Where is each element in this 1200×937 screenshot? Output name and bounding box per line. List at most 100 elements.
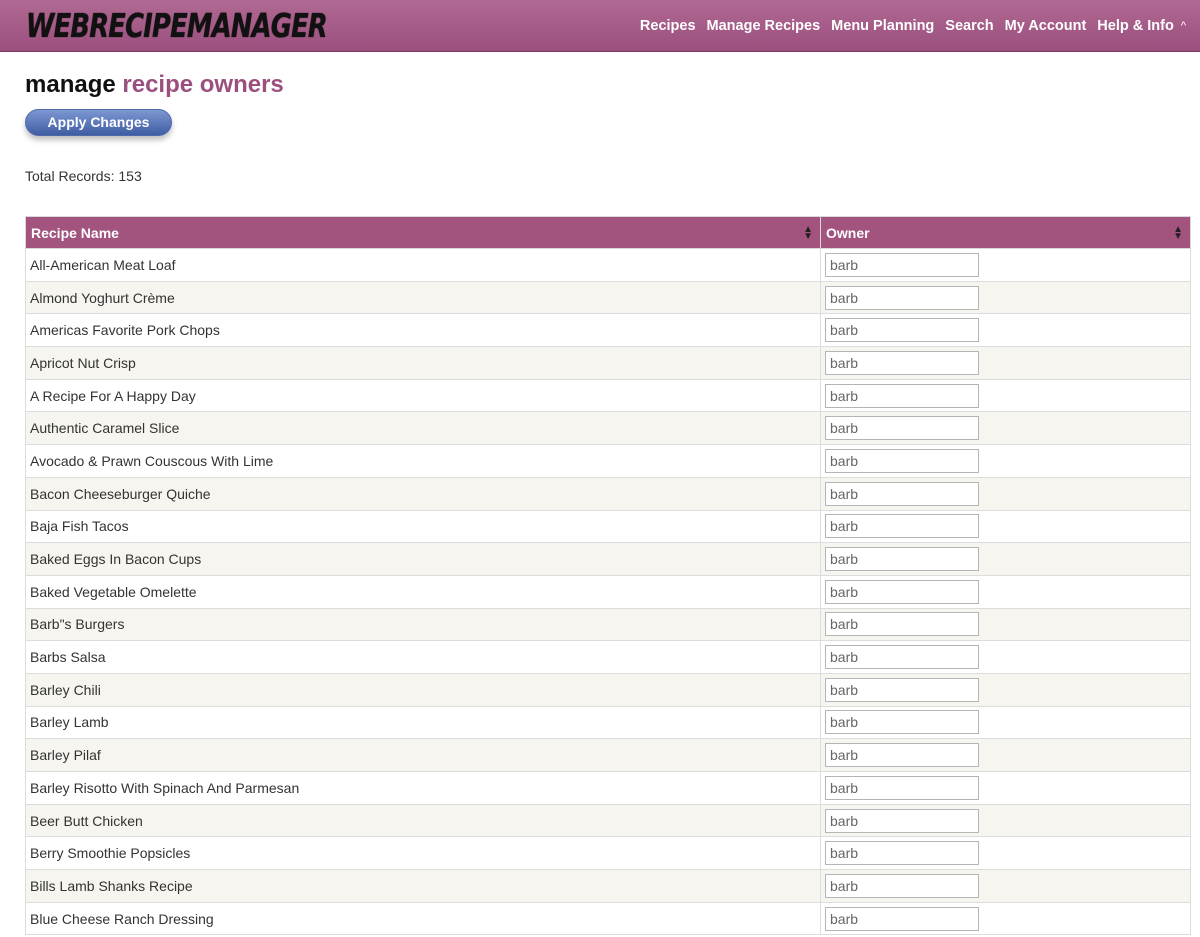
owner-cell [820,378,1191,413]
table-row: All-American Meat Loaf [25,248,1191,282]
owner-cell [820,346,1191,380]
table-row: Authentic Caramel Slice [25,411,1191,446]
nav-manage-recipes[interactable]: Manage Recipes [707,18,821,34]
site-logo[interactable]: WEBRECIPEMANAGER [26,4,328,48]
nav-recipes[interactable]: Recipes [640,18,696,34]
owner-input[interactable] [825,841,979,866]
recipe-name-cell: Barbs Salsa [25,640,821,674]
owner-input[interactable] [825,383,979,408]
recipe-name-cell: A Recipe For A Happy Day [25,378,821,413]
table-row: Almond Yoghurt Crème [25,280,1191,315]
owner-cell [820,640,1191,674]
recipe-name-cell: Barley Lamb [25,705,821,740]
owner-cell [820,803,1191,838]
owner-input[interactable] [825,873,979,898]
owner-input[interactable] [825,775,979,800]
owner-cell [820,574,1191,609]
recipe-name-cell: Authentic Caramel Slice [25,411,821,446]
table-row: Beer Butt Chicken [25,803,1191,838]
recipe-name-cell: Apricot Nut Crisp [25,346,821,380]
table-row: Barley Pilaf [25,738,1191,772]
table-row: Baked Vegetable Omelette [25,574,1191,609]
table-row: Avocado & Prawn Couscous With Lime [25,444,1191,478]
table-row: Barley Lamb [25,705,1191,740]
nav-menu-planning[interactable]: Menu Planning [831,18,934,34]
recipe-name-cell: Americas Favorite Pork Chops [25,313,821,348]
table-row: Barbs Salsa [25,640,1191,674]
owner-cell [820,411,1191,446]
recipe-name-cell: Berry Smoothie Popsicles [25,836,821,871]
owner-input[interactable] [825,808,979,833]
recipe-name-cell: Bacon Cheeseburger Quiche [25,476,821,511]
table-row: Bills Lamb Shanks Recipe [25,869,1191,903]
owner-input[interactable] [825,743,979,768]
owner-cell [820,509,1191,544]
table-row: Barley Chili [25,672,1191,707]
table-row: Baja Fish Tacos [25,509,1191,544]
owner-cell [820,248,1191,282]
recipe-name-cell: Almond Yoghurt Crème [25,280,821,315]
table-row: Bacon Cheeseburger Quiche [25,476,1191,511]
owner-cell [820,869,1191,903]
table-row: Berry Smoothie Popsicles [25,836,1191,871]
table-header-row: Recipe Name ▲ ▼ Owner ▲ ▼ [25,216,1191,249]
recipe-name-cell: Barley Risotto With Spinach And Parmesan [25,771,821,805]
table-row: Blue Cheese Ranch Dressing [25,901,1191,936]
owner-cell [820,738,1191,772]
column-header-label: Owner [826,224,870,241]
recipe-name-cell: Blue Cheese Ranch Dressing [25,901,821,936]
table-row: Barley Risotto With Spinach And Parmesan [25,771,1191,805]
owner-input[interactable] [825,579,979,604]
table-row: Apricot Nut Crisp [25,346,1191,380]
total-records-label: Total Records: 153 [25,168,142,184]
recipe-owners-table: Recipe Name ▲ ▼ Owner ▲ ▼ All-American Mea… [25,216,1191,936]
chevron-up-icon[interactable]: ^ [1181,20,1186,32]
recipe-name-cell: Bills Lamb Shanks Recipe [25,869,821,903]
owner-input[interactable] [825,677,979,702]
recipe-name-cell: All-American Meat Loaf [25,248,821,282]
owner-input[interactable] [825,318,979,343]
owner-input[interactable] [825,350,979,375]
owner-cell [820,280,1191,315]
page-title-main: manage [25,71,116,98]
owner-input[interactable] [825,252,979,277]
owner-cell [820,771,1191,805]
column-header-recipe-name[interactable]: Recipe Name ▲ ▼ [25,216,821,249]
nav-my-account[interactable]: My Account [1005,18,1087,34]
owner-cell [820,607,1191,642]
owner-cell [820,672,1191,707]
owner-input[interactable] [825,416,979,441]
page-title-accent: recipe owners [122,71,284,98]
table-row: Barb"s Burgers [25,607,1191,642]
recipe-name-cell: Baked Vegetable Omelette [25,574,821,609]
recipe-name-cell: Baja Fish Tacos [25,509,821,544]
nav-help-info[interactable]: Help & Info [1097,18,1174,34]
recipe-name-cell: Avocado & Prawn Couscous With Lime [25,444,821,478]
apply-changes-button[interactable]: Apply Changes [25,109,172,136]
recipe-name-cell: Baked Eggs In Bacon Cups [25,542,821,576]
table-row: A Recipe For A Happy Day [25,378,1191,413]
owner-input[interactable] [825,645,979,670]
owner-input[interactable] [825,547,979,572]
owner-input[interactable] [825,448,979,473]
owner-cell [820,836,1191,871]
owner-input[interactable] [825,710,979,735]
recipe-name-cell: Barley Pilaf [25,738,821,772]
owner-cell [820,542,1191,576]
column-header-owner[interactable]: Owner ▲ ▼ [820,216,1191,249]
nav-search[interactable]: Search [945,18,993,34]
owner-input[interactable] [825,285,979,310]
main-nav: Recipes Manage Recipes Menu Planning Sea… [629,0,1186,52]
owner-input[interactable] [825,514,979,539]
recipe-name-cell: Barb"s Burgers [25,607,821,642]
sort-icon[interactable]: ▲ ▼ [1173,225,1183,242]
owner-input[interactable] [825,906,979,931]
owner-input[interactable] [825,612,979,637]
page-title: manage recipe owners [25,71,284,99]
owner-cell [820,705,1191,740]
owner-input[interactable] [825,481,979,506]
column-header-label: Recipe Name [31,224,119,241]
sort-icon[interactable]: ▲ ▼ [803,225,813,242]
owner-cell [820,444,1191,478]
top-navigation-bar: WEBRECIPEMANAGER Recipes Manage Recipes … [0,0,1200,52]
